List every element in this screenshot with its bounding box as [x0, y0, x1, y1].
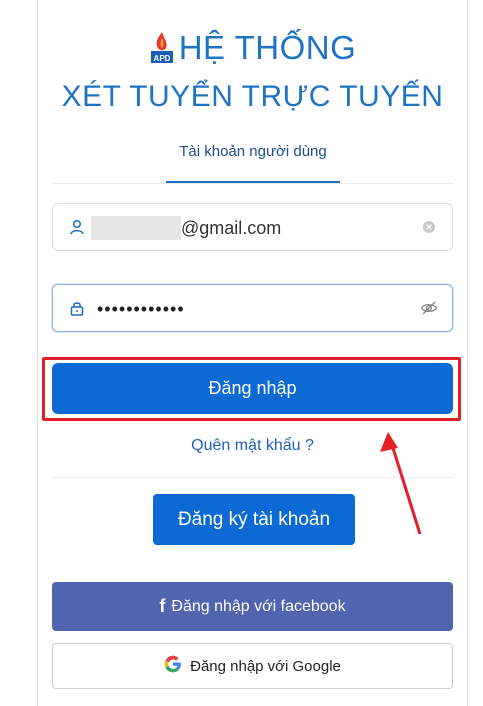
login-button[interactable]: Đăng nhập [52, 363, 453, 414]
tab-user-account[interactable]: Tài khoản người dùng [166, 143, 340, 183]
clear-icon[interactable] [420, 218, 438, 236]
register-button[interactable]: Đăng ký tài khoản [153, 494, 355, 545]
email-field[interactable]: @gmail.com [52, 203, 453, 251]
google-login-button[interactable]: Đăng nhập với Google [52, 643, 453, 689]
svg-text:APD: APD [153, 54, 170, 63]
facebook-icon: f [159, 596, 166, 616]
brand-title-line1: HỆ THỐNG [178, 29, 357, 66]
password-field[interactable]: •••••••••••• [52, 284, 453, 332]
google-login-label: Đăng nhập với Google [190, 657, 341, 675]
forgot-password-link[interactable]: Quên mật khẩu ? [38, 437, 467, 455]
brand-header: APD HỆ THỐNG XÉT TUYỂN TRỰC TUYẾN [38, 28, 467, 114]
tab-label: Tài khoản người dùng [179, 143, 327, 160]
email-value: @gmail.com [181, 218, 282, 238]
logo-icon: APD [149, 31, 175, 65]
lock-icon [69, 300, 85, 316]
forgot-password-label: Quên mật khẩu ? [191, 437, 314, 454]
facebook-login-button[interactable]: f Đăng nhập với facebook [52, 582, 453, 631]
tab-divider [52, 183, 454, 184]
google-icon [164, 655, 182, 677]
user-icon [69, 219, 85, 235]
password-value: •••••••••••• [97, 299, 185, 319]
login-panel: APD HỆ THỐNG XÉT TUYỂN TRỰC TUYẾN Tài kh… [37, 0, 468, 706]
eye-off-icon[interactable] [420, 299, 438, 317]
email-redacted-part [91, 216, 181, 240]
facebook-login-label: Đăng nhập với facebook [171, 597, 346, 615]
brand-title-line2: XÉT TUYỂN TRỰC TUYẾN [61, 80, 444, 113]
register-divider [52, 477, 454, 478]
